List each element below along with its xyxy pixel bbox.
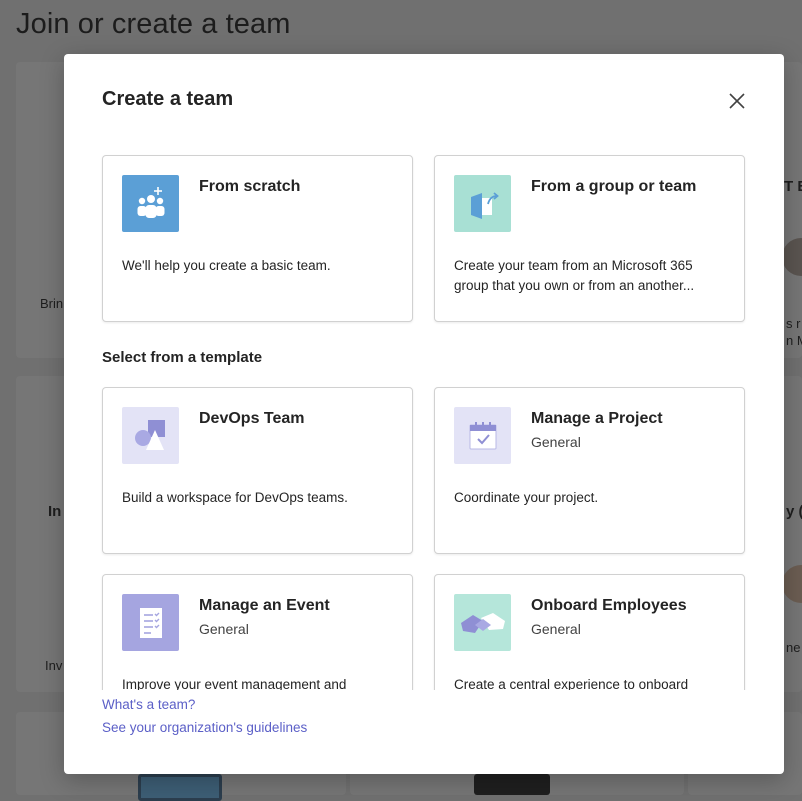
from-scratch-tile <box>122 175 179 232</box>
card-title: From a group or team <box>531 178 697 195</box>
card-description: Build a workspace for DevOps teams. <box>122 490 348 505</box>
bg-text-fragment: s r <box>786 316 801 331</box>
bg-text-fragment: Brin <box>40 296 64 311</box>
bg-text-fragment: y ( <box>786 503 802 520</box>
card-title: Manage an Event <box>199 597 330 614</box>
cards-scroll-area[interactable]: From scratch We'll help you create a bas… <box>64 54 784 690</box>
handshake-icon <box>460 612 505 633</box>
card-description: We'll help you create a basic team. <box>122 258 331 273</box>
from-scratch-card[interactable]: From scratch We'll help you create a bas… <box>102 155 413 322</box>
checklist-icon <box>139 607 162 638</box>
template-card-devops[interactable]: DevOps Team Build a workspace for DevOps… <box>102 387 413 554</box>
template-section-label: Select from a template <box>102 349 263 366</box>
template-card-manage-event[interactable]: Manage an Event General Improve your eve… <box>102 574 413 690</box>
card-title: DevOps Team <box>199 410 305 427</box>
bg-text-fragment: T E <box>784 178 802 195</box>
from-group-card[interactable]: From a group or team Create your team fr… <box>434 155 745 322</box>
bg-text-fragment: In <box>48 503 62 520</box>
template-card-manage-project[interactable]: Manage a Project General Coordinate your… <box>434 387 745 554</box>
people-add-icon <box>137 186 164 218</box>
calendar-check-icon <box>469 421 496 449</box>
card-description: Coordinate your project. <box>454 490 599 505</box>
devops-tile <box>122 407 179 464</box>
bg-text-fragment: Inv <box>45 658 63 673</box>
whats-a-team-link[interactable]: What's a team? <box>102 697 195 712</box>
bg-code-thumbnail <box>138 774 222 801</box>
event-tile <box>122 594 179 651</box>
card-description: Create a central experience to onboard <box>454 677 689 690</box>
create-team-dialog: Create a team From scratch We'll help yo… <box>64 54 784 774</box>
card-subtitle: General <box>199 621 249 637</box>
card-description: Create your team from an Microsoft 365 g… <box>454 258 695 293</box>
card-description: Improve your event management and <box>122 677 347 690</box>
page-title: Join or create a team <box>16 8 291 40</box>
bg-text-fragment: n M <box>786 333 802 348</box>
card-title: Manage a Project <box>531 410 663 427</box>
organization-guidelines-link[interactable]: See your organization's guidelines <box>102 720 307 735</box>
card-subtitle: General <box>531 434 581 450</box>
card-subtitle: General <box>531 621 581 637</box>
template-card-onboard-employees[interactable]: Onboard Employees General Create a centr… <box>434 574 745 690</box>
shapes-icon <box>134 419 165 450</box>
group-share-icon <box>470 191 499 219</box>
card-title: Onboard Employees <box>531 597 687 614</box>
bg-text-fragment: ne <box>786 640 801 655</box>
card-title: From scratch <box>199 178 301 195</box>
onboard-tile <box>454 594 511 651</box>
bg-cube-thumbnail <box>474 774 550 795</box>
project-tile <box>454 407 511 464</box>
from-group-tile <box>454 175 511 232</box>
